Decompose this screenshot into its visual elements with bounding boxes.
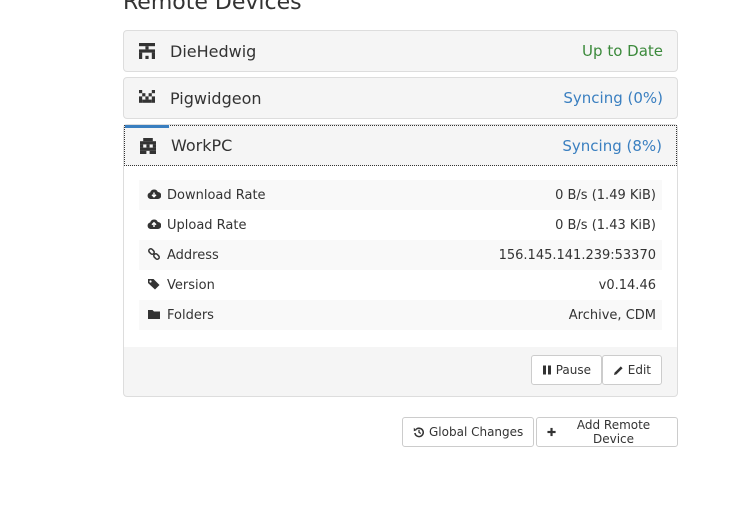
device-details: Download Rate 0 B/s (1.49 KiB) Upload Ra… bbox=[124, 166, 677, 347]
pause-icon bbox=[542, 365, 551, 375]
global-changes-label: Global Changes bbox=[429, 425, 524, 439]
sync-progress-bar bbox=[125, 125, 169, 128]
page-title: Remote Devices bbox=[123, 0, 302, 15]
device-header[interactable]: Pigwidgeon Syncing (0%) bbox=[124, 78, 677, 118]
cloud-upload-icon bbox=[147, 218, 161, 229]
detail-value: 156.145.141.239:53370 bbox=[498, 247, 656, 263]
cloud-download-icon bbox=[147, 188, 161, 199]
detail-value: 0 B/s (1.43 KiB) bbox=[555, 217, 656, 233]
detail-label: Address bbox=[167, 247, 219, 263]
device-name: WorkPC bbox=[171, 136, 233, 155]
table-row: Address 156.145.141.239:53370 bbox=[139, 240, 662, 270]
identicon-icon bbox=[140, 137, 156, 154]
device-status: Up to Date bbox=[582, 42, 663, 60]
pencil-icon bbox=[613, 365, 623, 375]
device-info-table: Download Rate 0 B/s (1.49 KiB) Upload Ra… bbox=[139, 180, 662, 330]
detail-label: Folders bbox=[167, 307, 214, 323]
table-row: Download Rate 0 B/s (1.49 KiB) bbox=[139, 180, 662, 210]
edit-label: Edit bbox=[627, 363, 651, 377]
device-name: Pigwidgeon bbox=[170, 88, 262, 108]
history-icon bbox=[413, 427, 424, 438]
device-panel: Pigwidgeon Syncing (0%) bbox=[123, 77, 678, 119]
device-panel: DieHedwig Up to Date bbox=[123, 30, 678, 72]
device-footer: Pause Edit bbox=[124, 347, 677, 399]
device-status: Syncing (0%) bbox=[563, 89, 663, 107]
device-name: DieHedwig bbox=[170, 41, 257, 61]
table-row: Folders Archive, CDM bbox=[139, 300, 662, 330]
table-row: Upload Rate 0 B/s (1.43 KiB) bbox=[139, 210, 662, 240]
detail-label: Version bbox=[167, 277, 215, 293]
add-remote-device-label: Add Remote Device bbox=[576, 418, 651, 446]
device-header[interactable]: WorkPC Syncing (8%) bbox=[124, 125, 677, 166]
folder-icon bbox=[148, 309, 160, 319]
table-row: Version v0.14.46 bbox=[139, 270, 662, 300]
pause-label: Pause bbox=[555, 363, 591, 377]
plus-icon bbox=[547, 427, 556, 437]
global-changes-button[interactable]: Global Changes bbox=[402, 417, 535, 447]
device-status: Syncing (8%) bbox=[562, 136, 662, 155]
device-header[interactable]: DieHedwig Up to Date bbox=[124, 31, 677, 71]
device-panel-expanded: WorkPC Syncing (8%) Download Rate 0 B/s … bbox=[123, 124, 678, 397]
tag-icon bbox=[148, 278, 160, 289]
detail-label: Download Rate bbox=[167, 187, 266, 203]
detail-value: Archive, CDM bbox=[568, 307, 656, 323]
edit-button[interactable]: Edit bbox=[601, 355, 662, 385]
detail-value: v0.14.46 bbox=[598, 277, 656, 293]
detail-value: 0 B/s (1.49 KiB) bbox=[555, 187, 656, 203]
detail-label: Upload Rate bbox=[167, 217, 247, 233]
identicon-icon bbox=[139, 90, 155, 103]
link-icon bbox=[148, 247, 160, 260]
identicon-icon bbox=[139, 43, 155, 59]
pause-button[interactable]: Pause bbox=[530, 355, 602, 385]
add-remote-device-button[interactable]: Add Remote Device bbox=[536, 417, 678, 447]
